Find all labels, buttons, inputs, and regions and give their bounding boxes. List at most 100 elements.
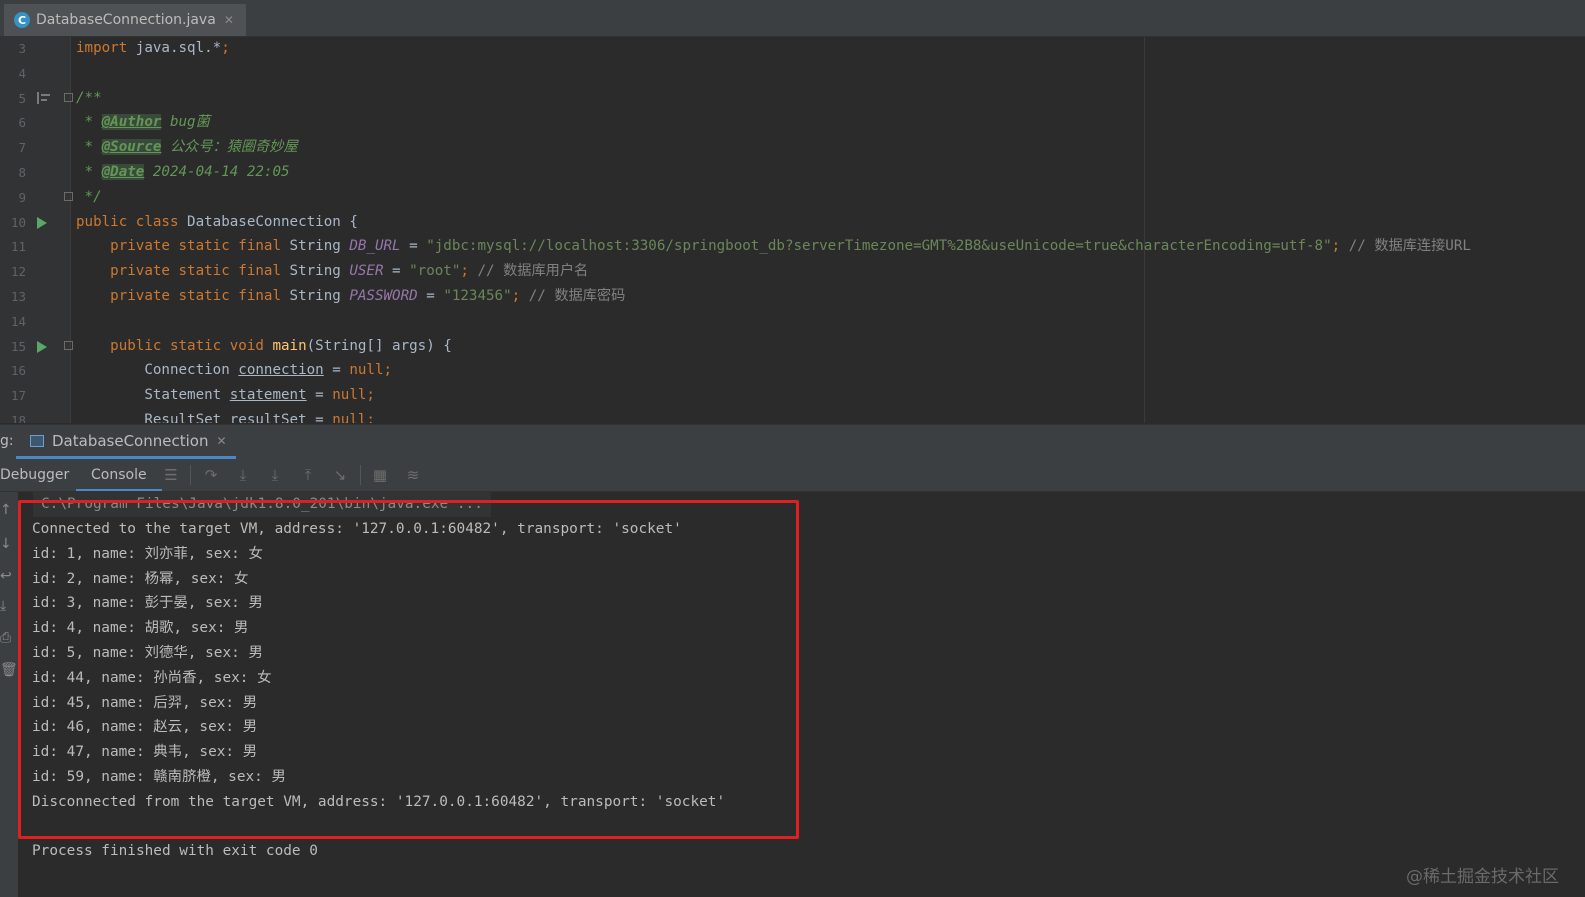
step-into-icon[interactable]: ⤓ — [234, 466, 252, 484]
code-token: java.sql.* — [135, 40, 222, 56]
line-number: 16 — [10, 363, 26, 379]
step-out-icon[interactable]: ⤒ — [299, 466, 317, 484]
menu-lines-icon[interactable]: ☰ — [162, 466, 180, 484]
code-text: ResultSet resultSet = null; — [76, 408, 375, 423]
code-token: main — [272, 337, 307, 354]
fold-icon[interactable] — [64, 340, 73, 350]
code-line: 14 — [0, 309, 1585, 334]
soft-wrap-icon[interactable]: ↩ — [0, 568, 14, 584]
code-token: DB_URL — [349, 238, 401, 255]
code-token: * — [76, 114, 102, 131]
line-number: 3 — [18, 41, 26, 56]
code-token: private static final — [76, 263, 290, 280]
debug-toolbar: Debugger Console ☰ ↷ ⤓ ⤓ ⤒ ↘ ▦ ≋ — [0, 459, 1585, 492]
line-number: 15 — [10, 338, 26, 354]
tab-console[interactable]: Console — [76, 459, 162, 491]
code-token: String — [289, 263, 350, 280]
code-token: import — [76, 40, 136, 56]
code-token: Statement — [76, 387, 230, 404]
code-token: "jdbc:mysql://localhost:3306/springboot_… — [426, 238, 1332, 255]
run-config-tab-label: DatabaseConnection — [52, 431, 209, 450]
code-token: public class — [76, 213, 188, 230]
force-step-into-icon[interactable]: ⤓ — [266, 466, 284, 484]
java-class-icon: C — [14, 12, 30, 28]
code-token: 2024-04-14 22:05 — [144, 164, 290, 180]
code-text: import java.sql.*; — [76, 37, 230, 61]
code-token: PASSWORD — [349, 288, 418, 304]
fold-icon[interactable] — [64, 191, 73, 201]
close-icon[interactable]: ✕ — [216, 434, 226, 448]
line-number: 5 — [18, 90, 26, 106]
code-token: bug菌 — [161, 114, 210, 131]
console-output[interactable]: ↑ ↓ ↩ ⤓ ⎙ 🗑 C:\Program Files\Java\jdk1.8… — [0, 492, 1585, 897]
code-line: 15 public static void main(String[] args… — [0, 334, 1585, 359]
code-token: public static void — [76, 337, 273, 354]
code-line: 12 private static final String USER = "r… — [0, 259, 1585, 284]
code-text: Connection connection = null; — [76, 358, 392, 383]
line-number: 12 — [10, 264, 26, 280]
code-editor[interactable]: 3 import java.sql.*; 4 5 /** 6 * @Author bug菌… — [0, 37, 1585, 423]
line-number: 18 — [10, 413, 26, 423]
clear-all-icon[interactable]: 🗑 — [0, 662, 18, 678]
fold-icon[interactable] — [64, 92, 73, 102]
code-token: "123456" — [443, 288, 512, 304]
step-over-icon[interactable]: ↷ — [202, 466, 220, 484]
code-line: 9 */ — [0, 185, 1585, 210]
code-token: null; — [332, 412, 375, 423]
code-token: statement — [229, 387, 307, 404]
code-text: public class DatabaseConnection { — [76, 210, 358, 235]
up-arrow-icon[interactable]: ↑ — [0, 502, 14, 518]
code-line: 16 Connection connection = null; — [0, 358, 1585, 383]
code-token: // 数据库连接URL — [1340, 238, 1471, 255]
code-text: * @Source 公众号：猿圈奇妙屋 — [76, 135, 298, 160]
code-line: 17 Statement statement = null; — [0, 383, 1585, 408]
code-text: private static final String PASSWORD = "… — [76, 284, 625, 309]
code-line: 13 private static final String PASSWORD … — [0, 284, 1585, 309]
code-text: private static final String USER = "root… — [76, 259, 588, 284]
trace-stream-icon[interactable]: ≋ — [404, 466, 422, 484]
run-icon[interactable] — [37, 340, 47, 353]
code-token: */ — [76, 188, 102, 205]
scroll-to-end-icon[interactable]: ⤓ — [0, 598, 14, 614]
code-line: 18 ResultSet resultSet = null; — [0, 408, 1585, 423]
tab-debugger[interactable]: Debugger — [0, 459, 69, 491]
evaluate-expression-icon[interactable]: ▦ — [371, 466, 389, 484]
code-token: ; — [1331, 238, 1341, 255]
code-token: private static final — [76, 238, 290, 255]
code-text: * @Date 2024-04-14 22:05 — [76, 160, 290, 185]
code-token: * — [76, 164, 102, 180]
line-number: 6 — [18, 115, 26, 131]
console-side-toolbar: ↑ ↓ ↩ ⤓ ⎙ 🗑 — [0, 492, 18, 897]
line-number: 8 — [18, 165, 26, 180]
toolbar-divider — [190, 465, 191, 485]
code-line: 5 /** — [0, 86, 1585, 111]
code-text: Statement statement = null; — [76, 383, 375, 408]
editor-tab-databaseconnection[interactable]: C DatabaseConnection.java ✕ — [4, 4, 246, 36]
editor-tab-bar: C DatabaseConnection.java ✕ — [0, 0, 1585, 37]
line-number: 4 — [18, 65, 26, 81]
line-number: 14 — [10, 313, 26, 329]
code-line: 7 * @Source 公众号：猿圈奇妙屋 — [0, 135, 1585, 160]
code-token: private static final — [76, 288, 290, 304]
code-token: // 数据库密码 — [520, 288, 626, 304]
line-number: 13 — [10, 289, 26, 304]
code-token: USER — [349, 263, 384, 280]
close-icon[interactable]: ✕ — [224, 13, 234, 27]
code-token: = — [400, 238, 427, 255]
run-icon[interactable] — [37, 216, 47, 229]
doc-comment-icon[interactable] — [37, 91, 50, 104]
code-token: * — [76, 139, 102, 156]
code-token: = — [417, 288, 444, 304]
code-token: "root" — [409, 263, 461, 280]
editor-tab-label: DatabaseConnection.java — [36, 12, 216, 28]
line-number: 10 — [10, 214, 26, 230]
code-token: DatabaseConnection { — [187, 213, 358, 230]
code-token: /** — [76, 89, 102, 106]
code-token: = — [306, 387, 333, 404]
print-icon[interactable]: ⎙ — [0, 630, 14, 646]
down-arrow-icon[interactable]: ↓ — [0, 536, 14, 552]
line-number: 7 — [18, 140, 26, 156]
run-to-cursor-icon[interactable]: ↘ — [331, 466, 349, 484]
run-config-tab[interactable]: DatabaseConnection ✕ — [16, 425, 236, 459]
code-token: @Date — [101, 164, 145, 180]
